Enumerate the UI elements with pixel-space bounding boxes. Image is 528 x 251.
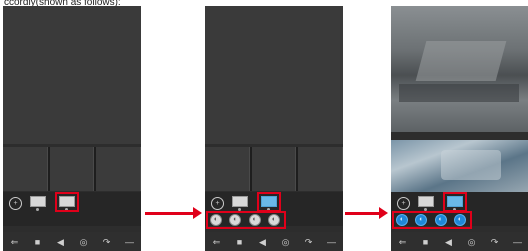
highlight-box	[257, 192, 281, 212]
snapshot-icon[interactable]: ◎	[280, 237, 291, 246]
highlight-box	[443, 192, 467, 212]
arrow-right	[345, 207, 388, 219]
snapshot-icon[interactable]: ◎	[78, 237, 89, 246]
camera-feed-detail	[415, 41, 507, 81]
live-view-area[interactable]	[3, 6, 141, 144]
bottom-nav: ⇐ ■ ◀ ◎ ↷ —	[3, 232, 141, 251]
more-icon[interactable]: —	[512, 237, 523, 246]
split-cell[interactable]	[3, 147, 48, 191]
split-screen-icon[interactable]	[30, 196, 46, 211]
highlight-box	[206, 211, 286, 229]
highlight-box	[55, 192, 79, 212]
split-cell[interactable]	[49, 147, 95, 191]
split-grid	[3, 147, 141, 191]
record-icon[interactable]: ■	[32, 237, 43, 246]
rotate-icon[interactable]: ↷	[303, 237, 314, 246]
split-screen-icon[interactable]	[232, 196, 248, 211]
ptz-icon[interactable]: +	[397, 197, 410, 210]
camera-feed-detail	[441, 150, 501, 180]
record-icon[interactable]: ■	[234, 237, 245, 246]
phone-screen-3: + ◐ ◐ ◐ ◐ ⇐ ■ ◀ ◎ ↷ —	[391, 6, 528, 251]
arrow-right	[145, 207, 202, 219]
audio-icon[interactable]: ◀	[55, 237, 66, 246]
more-icon[interactable]: —	[326, 237, 337, 246]
back-icon[interactable]: ⇐	[211, 237, 222, 246]
snapshot-icon[interactable]: ◎	[466, 237, 477, 246]
back-icon[interactable]: ⇐	[397, 237, 408, 246]
rotate-icon[interactable]: ↷	[489, 237, 500, 246]
camera-feed-detail	[399, 84, 519, 102]
split-cell[interactable]	[298, 147, 343, 191]
camera-feed[interactable]	[391, 140, 528, 194]
live-view-area[interactable]	[205, 6, 343, 144]
ptz-icon[interactable]: +	[9, 197, 22, 210]
back-icon[interactable]: ⇐	[9, 237, 20, 246]
highlight-box	[392, 211, 472, 229]
split-grid	[205, 147, 343, 191]
more-icon[interactable]: —	[124, 237, 135, 246]
rotate-icon[interactable]: ↷	[101, 237, 112, 246]
record-icon[interactable]: ■	[420, 237, 431, 246]
ptz-icon[interactable]: +	[211, 197, 224, 210]
phone-screen-2: + ◐ ◐ ◐ ◐ ⇐ ■ ◀ ◎ ↷ —	[205, 6, 343, 251]
split-cell[interactable]	[251, 147, 297, 191]
audio-icon[interactable]: ◀	[257, 237, 268, 246]
split-cell[interactable]	[205, 147, 250, 191]
phone-screen-1: + ⇐ ■ ◀ ◎ ↷ —	[3, 6, 141, 251]
bottom-nav: ⇐ ■ ◀ ◎ ↷ —	[391, 232, 528, 251]
split-screen-icon[interactable]	[418, 196, 434, 211]
camera-feed[interactable]	[391, 6, 528, 132]
bottom-nav: ⇐ ■ ◀ ◎ ↷ —	[205, 232, 343, 251]
split-cell[interactable]	[96, 147, 141, 191]
audio-icon[interactable]: ◀	[443, 237, 454, 246]
